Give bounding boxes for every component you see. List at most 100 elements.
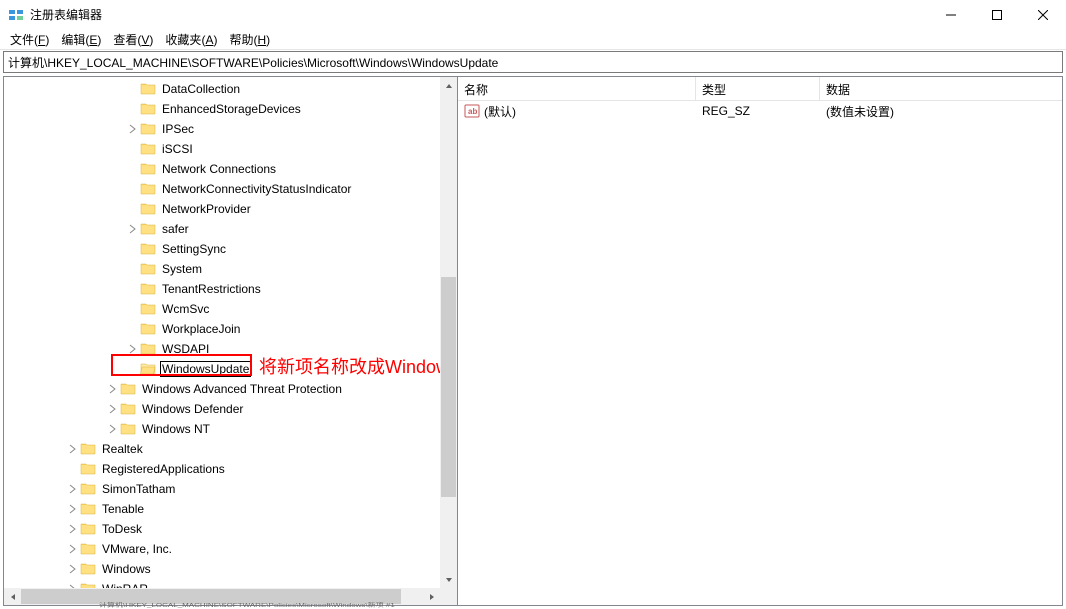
values-panel: 名称 类型 数据 (默认)REG_SZ(数值未设置) [458,76,1063,606]
tree-item-label: SettingSync [160,241,228,257]
tree-item[interactable]: WorkplaceJoin [4,319,440,339]
expander-icon[interactable] [64,441,80,457]
menu-favorites[interactable]: 收藏夹(A) [159,29,223,50]
tree-item-label: System [160,261,204,277]
expander-icon [124,201,140,217]
tree-item-label: EnhancedStorageDevices [160,101,303,117]
tree-item-label: ToDesk [100,521,144,537]
tree-item[interactable]: Windows NT [4,419,440,439]
expander-icon[interactable] [124,341,140,357]
window-title: 注册表编辑器 [30,6,928,23]
tree-item[interactable]: EnhancedStorageDevices [4,99,440,119]
menu-view[interactable]: 查看(V) [107,29,159,50]
value-data-cell: (数值未设置) [820,103,1062,120]
tree-item[interactable]: Network Connections [4,159,440,179]
tree-item[interactable]: WSDAPI [4,339,440,359]
tree-item[interactable]: RegisteredApplications [4,459,440,479]
tree-item[interactable]: VMware, Inc. [4,539,440,559]
scroll-right-arrow-icon[interactable] [423,588,440,605]
folder-icon [140,261,156,277]
folder-icon [80,501,96,517]
tree-item-label: NetworkProvider [160,201,253,217]
scroll-thumb[interactable] [441,277,456,497]
column-name[interactable]: 名称 [458,77,696,100]
tree-item-label: Realtek [100,441,145,457]
expander-icon[interactable] [124,221,140,237]
expander-icon [124,261,140,277]
column-data[interactable]: 数据 [820,77,1062,100]
folder-icon [120,401,136,417]
menu-bar: 文件(F) 编辑(E) 查看(V) 收藏夹(A) 帮助(H) [0,30,1066,50]
expander-icon[interactable] [64,581,80,588]
folder-icon [80,521,96,537]
expander-icon[interactable] [64,481,80,497]
string-value-icon [464,103,480,119]
expander-icon[interactable] [104,421,120,437]
tree-item[interactable]: TenantRestrictions [4,279,440,299]
tree-item[interactable]: ToDesk [4,519,440,539]
folder-icon [140,141,156,157]
folder-icon [140,241,156,257]
column-type[interactable]: 类型 [696,77,820,100]
address-text: 计算机\HKEY_LOCAL_MACHINE\SOFTWARE\Policies… [8,54,498,71]
menu-file[interactable]: 文件(F) [4,29,55,50]
tree-item[interactable]: SettingSync [4,239,440,259]
tree-item-label: WinRAR [100,581,150,588]
expander-icon [124,181,140,197]
tree-vertical-scrollbar[interactable] [440,77,457,588]
tree-item[interactable]: SimonTatham [4,479,440,499]
minimize-button[interactable] [928,0,974,30]
tree-item[interactable]: IPSec [4,119,440,139]
tree-item[interactable]: DataCollection [4,79,440,99]
tree-item-label: NetworkConnectivityStatusIndicator [160,181,353,197]
tree-item[interactable]: iSCSI [4,139,440,159]
expander-icon[interactable] [64,521,80,537]
scroll-up-arrow-icon[interactable] [440,77,457,94]
scroll-down-arrow-icon[interactable] [440,571,457,588]
expander-icon[interactable] [104,381,120,397]
tree-item[interactable]: WindowsUpdate [4,359,440,379]
expander-icon [124,361,140,377]
expander-icon[interactable] [64,541,80,557]
value-name-cell: (默认) [458,103,696,120]
tree-item[interactable]: Windows Advanced Threat Protection [4,379,440,399]
maximize-button[interactable] [974,0,1020,30]
expander-icon [124,81,140,97]
menu-help[interactable]: 帮助(H) [223,29,276,50]
tree-item-label: Network Connections [160,161,278,177]
expander-icon[interactable] [124,121,140,137]
list-body[interactable]: (默认)REG_SZ(数值未设置) [458,101,1062,605]
registry-tree[interactable]: DataCollection EnhancedStorageDevices IPSe… [4,77,440,588]
folder-icon [80,581,96,588]
tree-item-label: Windows Defender [140,401,245,417]
expander-icon[interactable] [104,401,120,417]
expander-icon [124,241,140,257]
tree-item[interactable]: Realtek [4,439,440,459]
tree-item[interactable]: safer [4,219,440,239]
tree-item[interactable]: Tenable [4,499,440,519]
scroll-left-arrow-icon[interactable] [4,588,21,605]
folder-icon [120,421,136,437]
address-bar[interactable]: 计算机\HKEY_LOCAL_MACHINE\SOFTWARE\Policies… [3,51,1063,73]
tree-item-label: Windows [100,561,153,577]
tree-item-label[interactable]: WindowsUpdate [160,361,251,377]
tree-item-label: Windows Advanced Threat Protection [140,381,344,397]
folder-icon [140,281,156,297]
tree-item-label: IPSec [160,121,196,137]
tree-item-label: WorkplaceJoin [160,321,242,337]
tree-item[interactable]: Windows [4,559,440,579]
folder-icon [140,101,156,117]
tree-item[interactable]: WcmSvc [4,299,440,319]
folder-icon [140,221,156,237]
expander-icon[interactable] [64,501,80,517]
value-row[interactable]: (默认)REG_SZ(数值未设置) [458,101,1062,121]
tree-item[interactable]: WinRAR [4,579,440,588]
tree-item[interactable]: Windows Defender [4,399,440,419]
expander-icon[interactable] [64,561,80,577]
tree-item[interactable]: NetworkConnectivityStatusIndicator [4,179,440,199]
menu-edit[interactable]: 编辑(E) [55,29,107,50]
tree-item[interactable]: NetworkProvider [4,199,440,219]
tree-item[interactable]: System [4,259,440,279]
tree-item-label: SimonTatham [100,481,177,497]
close-button[interactable] [1020,0,1066,30]
